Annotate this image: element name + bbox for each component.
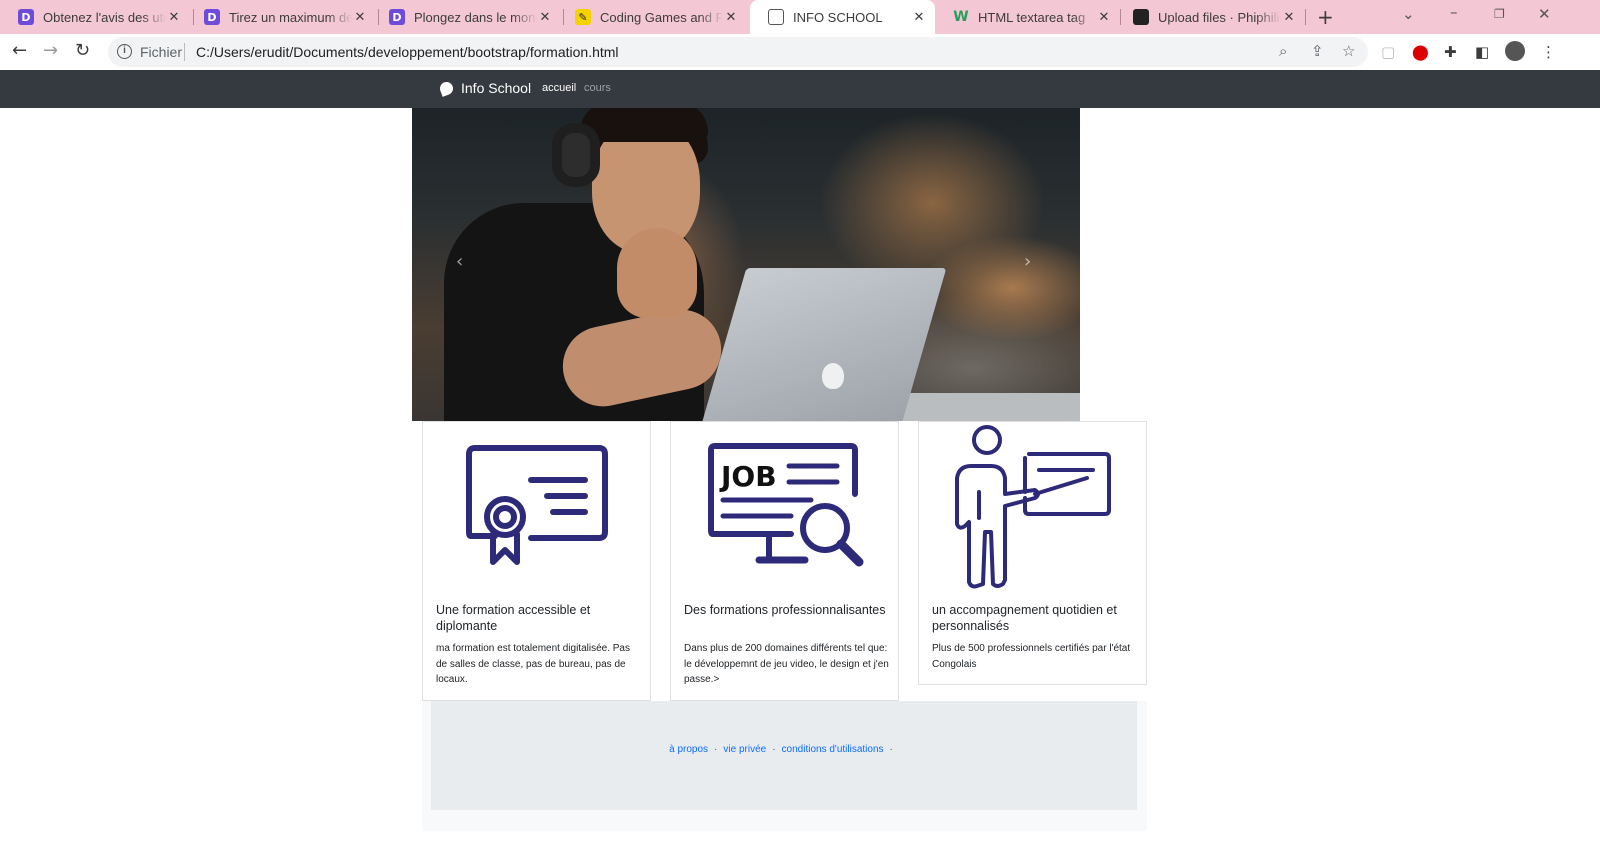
feature-card-2: JOB Des formations professionnalisantes … [670, 421, 899, 701]
bookmark-star-icon[interactable]: ☆ [1342, 42, 1355, 60]
url-text[interactable]: C:/Users/erudit/Documents/developpement/… [196, 44, 619, 60]
puzzle-extensions-icon[interactable]: ✚ [1444, 43, 1457, 61]
tab-title: Coding Games and Programming [600, 9, 723, 25]
codingame-logo-icon: ✎ [575, 9, 591, 25]
nav-link-cours[interactable]: cours [584, 82, 611, 94]
scheme-label: Fichier [140, 44, 183, 60]
tab-1[interactable]: D Obtenez l'avis des utilisateurs ✕ [0, 0, 190, 34]
site-footer: à propos · vie privée · conditions d'utilisa… [431, 701, 1137, 810]
card-title: Des formations professionnalisantes [684, 603, 886, 617]
site-info-icon[interactable]: i [117, 44, 132, 59]
footer-link-conditions[interactable]: conditions d'utilisations [782, 744, 884, 755]
new-tab-plus-icon[interactable]: + [1317, 5, 1334, 29]
close-icon[interactable]: ✕ [1096, 10, 1112, 25]
tab-title: Upload files · Phiphilio/ [1158, 9, 1281, 25]
close-icon[interactable]: ✕ [352, 10, 368, 25]
tab-2[interactable]: D Tirez un maximum de contenu ✕ [186, 0, 376, 34]
close-icon[interactable]: ✕ [723, 10, 739, 25]
nav-link-accueil[interactable]: accueil [542, 82, 576, 94]
reload-icon[interactable]: ↻ [75, 40, 90, 61]
hero-photo-laptop [697, 268, 947, 421]
address-divider [184, 43, 185, 61]
avatar[interactable] [1505, 41, 1525, 61]
headphones-icon [552, 123, 600, 187]
tab-strip: D Obtenez l'avis des utilisateurs ✕ D Ti… [0, 0, 1600, 34]
menu-kebab-icon[interactable]: ⋮ [1541, 43, 1556, 61]
tab-title: Plongez dans le monde [414, 9, 537, 25]
apple-logo-icon [822, 363, 844, 389]
tab-4[interactable]: ✎ Coding Games and Programming ✕ [557, 0, 747, 34]
close-icon[interactable]: ✕ [911, 10, 927, 25]
tab-5-active[interactable]: INFO SCHOOL ✕ [750, 0, 935, 34]
tab-title: Tirez un maximum de contenu [229, 9, 352, 25]
d-logo-icon: D [204, 9, 220, 25]
card-text: Plus de 500 professionnels certifiés par… [932, 643, 1131, 670]
footer-separator: · [772, 744, 776, 755]
globe-icon [768, 9, 784, 25]
hero-photo-hands [617, 228, 697, 318]
card-title: un accompagnement quotidien et personnal… [932, 603, 1117, 633]
card-text: ma formation est totalement digitalisée.… [436, 643, 630, 685]
hero-carousel: ‹ › [412, 108, 1080, 421]
tab-title: INFO SCHOOL [793, 9, 883, 25]
feature-card-3: un accompagnement quotidien et personnal… [918, 421, 1147, 685]
job-search-monitor-icon: JOB [671, 422, 900, 592]
tab-title: Obtenez l'avis des utilisateurs [43, 9, 166, 25]
forward-arrow-icon[interactable]: → [43, 40, 58, 61]
d-logo-icon: D [18, 9, 34, 25]
extension-icon[interactable]: ▢ [1381, 43, 1395, 61]
close-icon[interactable]: ✕ [1281, 10, 1297, 25]
brand-logo-icon [438, 80, 455, 97]
opera-extension-icon[interactable]: ⬤ [1412, 43, 1429, 61]
job-text: JOB [719, 460, 777, 493]
certificate-icon [423, 422, 652, 592]
restore-icon[interactable]: ❐ [1494, 7, 1505, 21]
share-icon[interactable]: ⇪ [1311, 42, 1324, 60]
side-panel-icon[interactable]: ◧ [1475, 43, 1489, 61]
carousel-next-chevron-right-icon[interactable]: › [1024, 251, 1031, 272]
footer-link-vie-privee[interactable]: vie privée [723, 744, 766, 755]
browser-toolbar: ← → ↻ i Fichier C:/Users/erudit/Document… [0, 34, 1600, 70]
footer-links: à propos · vie privée · conditions d'utilisa… [431, 744, 1137, 755]
hero-photo-hair-top [580, 108, 708, 142]
tab-divider [1305, 9, 1306, 25]
d-logo-icon: D [389, 9, 405, 25]
card-title: Une formation accessible et diplomante [436, 603, 591, 633]
close-icon[interactable]: ✕ [166, 10, 182, 25]
tab-3[interactable]: D Plongez dans le monde ✕ [371, 0, 561, 34]
footer-link-a-propos[interactable]: à propos [669, 744, 708, 755]
window-close-icon[interactable]: ✕ [1538, 5, 1551, 23]
footer-separator: · [714, 744, 718, 755]
address-bar[interactable]: i Fichier C:/Users/erudit/Documents/deve… [108, 37, 1368, 67]
back-arrow-icon[interactable]: ← [12, 40, 27, 61]
brand-name[interactable]: Info School [461, 80, 531, 96]
tab-6[interactable]: W HTML textarea tag ✕ [935, 0, 1120, 34]
tab-7[interactable]: Upload files · Phiphilio/ ✕ [1115, 0, 1305, 34]
carousel-prev-chevron-left-icon[interactable]: ‹ [456, 251, 463, 272]
w3schools-logo-icon: W [953, 9, 969, 25]
tab-title: HTML textarea tag [978, 9, 1086, 25]
tab-search-chevron-icon[interactable]: ⌄ [1402, 5, 1415, 23]
feature-card-1: Une formation accessible et diplomante m… [422, 421, 651, 701]
site-navbar: Info School accueil cours [0, 70, 1600, 108]
close-icon[interactable]: ✕ [537, 10, 553, 25]
minimize-icon[interactable]: – [1450, 3, 1458, 21]
footer-separator: · [889, 744, 893, 755]
zoom-icon[interactable]: ⌕ [1279, 42, 1287, 60]
github-logo-icon [1133, 9, 1149, 25]
card-text: Dans plus de 200 domaines différents tel… [684, 643, 889, 685]
teacher-board-icon [919, 422, 1148, 592]
